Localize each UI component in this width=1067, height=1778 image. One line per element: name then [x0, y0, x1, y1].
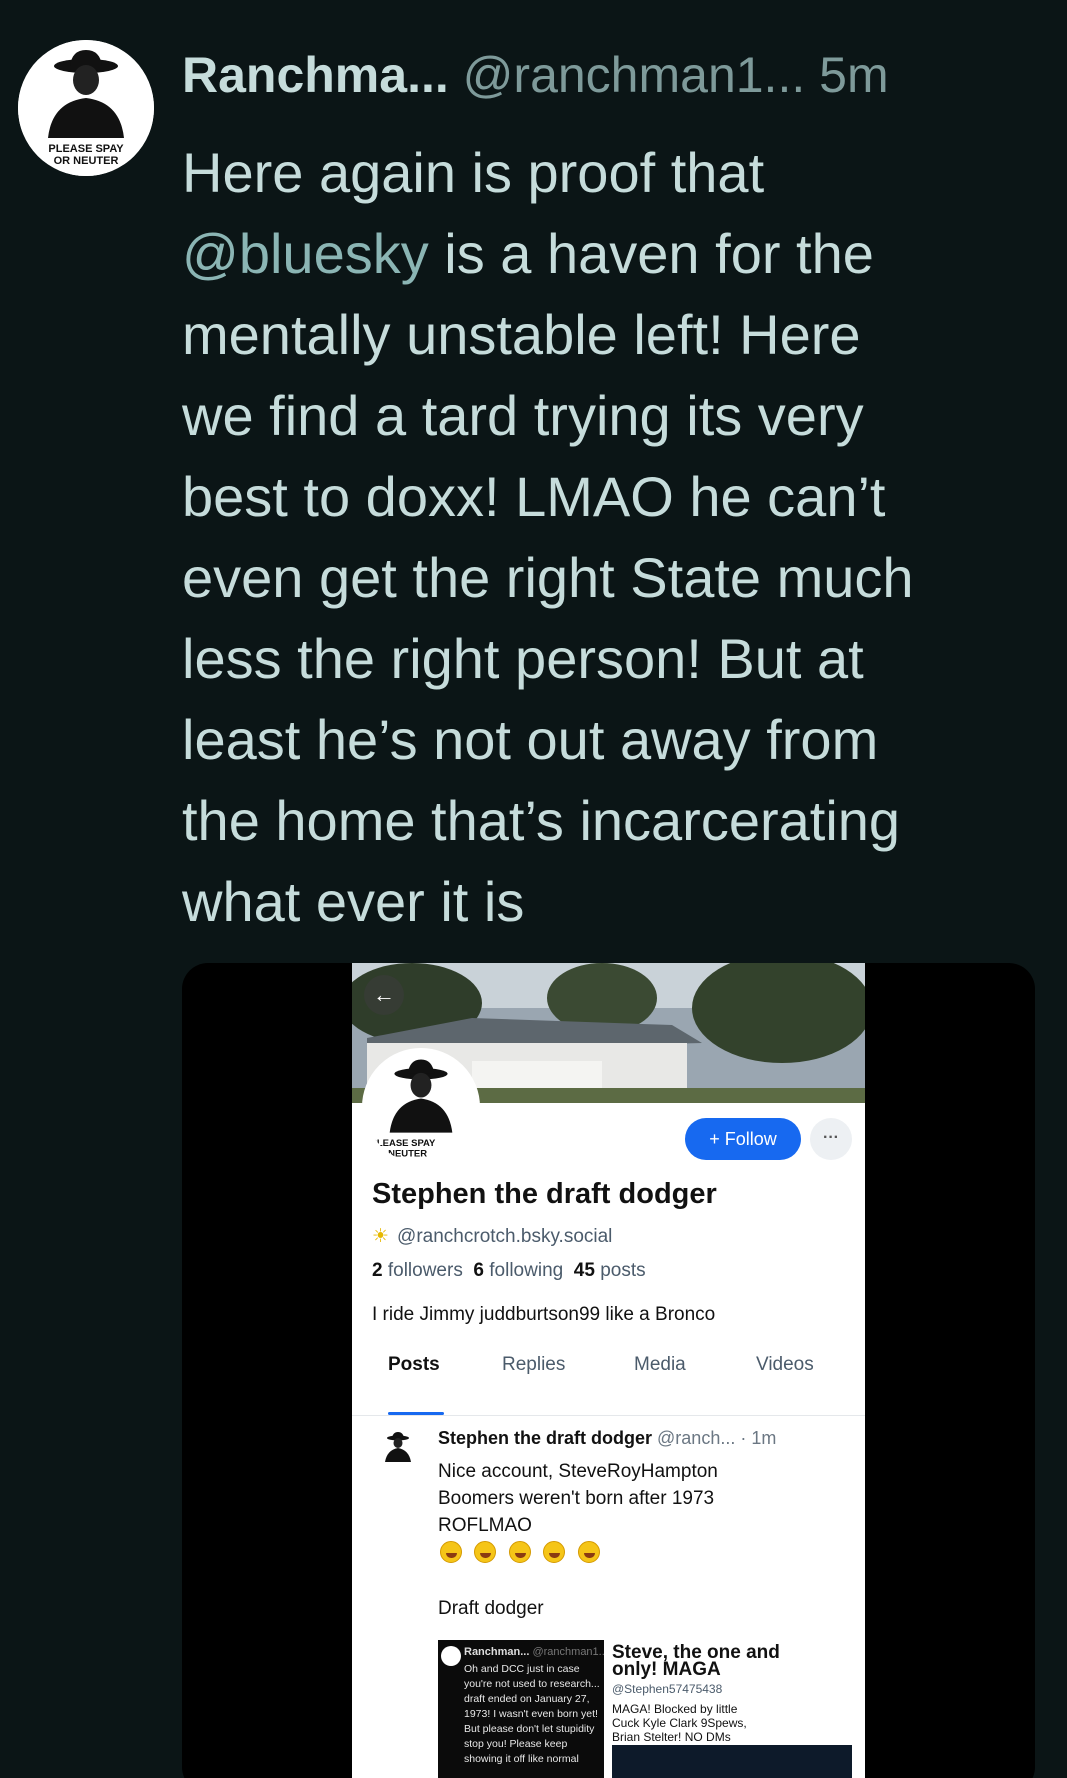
- embed-right-handle: @Stephen57475438: [612, 1682, 723, 1696]
- emoji-row: [440, 1541, 608, 1568]
- cowboy-avatar-icon: PLEASE SPAY OR NEUTER: [18, 40, 154, 176]
- feed-author-name[interactable]: Stephen the draft dodger: [438, 1428, 652, 1448]
- followers-label[interactable]: followers: [388, 1260, 463, 1281]
- profile-handle-text: @ranchcrotch.bsky.social: [397, 1226, 613, 1247]
- profile-tabs: Posts Replies Media Videos: [352, 1346, 865, 1396]
- mention-link[interactable]: @bluesky: [182, 222, 429, 285]
- laughing-emoji-icon: [440, 1541, 462, 1563]
- sun-icon: ☀: [372, 1226, 390, 1247]
- divider: [352, 1415, 865, 1416]
- posts-count: 45: [573, 1260, 595, 1281]
- svg-text:PLEASE SPAY: PLEASE SPAY: [371, 1138, 437, 1149]
- author-name[interactable]: Ranchma...: [182, 47, 449, 103]
- embedded-image-right[interactable]: Steve, the one and only! MAGA @Stephen57…: [612, 1640, 862, 1778]
- author-handle[interactable]: @ranchman1...: [463, 47, 806, 103]
- cowboy-avatar-icon: PLEASE SPAY OR NEUTER: [365, 1051, 477, 1163]
- laughing-emoji-icon: [577, 1541, 600, 1563]
- profile-name: Stephen the draft dodger: [372, 1178, 717, 1210]
- embed-right-image: [612, 1745, 852, 1778]
- feed-post-text: Nice account, SteveRoyHampton Boomers we…: [438, 1461, 718, 1536]
- post-header: Ranchma... @ranchman1... 5m: [182, 44, 889, 106]
- profile-handle: ☀ @ranchcrotch.bsky.social: [372, 1225, 612, 1248]
- svg-text:PLEASE SPAY: PLEASE SPAY: [48, 143, 124, 155]
- tab-videos[interactable]: Videos: [756, 1354, 814, 1376]
- profile-avatar[interactable]: PLEASE SPAY OR NEUTER: [362, 1048, 480, 1166]
- post-text: Here again is proof that @bluesky is a h…: [182, 132, 1042, 942]
- embedded-screenshot: ← PLEASE SPAY OR NEUTER + Follow ··· Ste…: [352, 963, 865, 1778]
- followers-count[interactable]: 2: [372, 1260, 383, 1281]
- back-arrow-icon[interactable]: ←: [364, 975, 404, 1015]
- embed-right-text: MAGA! Blocked by little Cuck Kyle Clark …: [612, 1702, 747, 1744]
- feed-post-text-2: Draft dodger: [438, 1598, 544, 1619]
- post-text-part-2: is a haven for the mentally unstable lef…: [182, 222, 914, 933]
- embed-left-header: Ranchman... @ranchman1...: [464, 1646, 604, 1658]
- post-text-part-1: Here again is proof that: [182, 141, 765, 204]
- more-options-icon[interactable]: ···: [810, 1118, 852, 1160]
- author-avatar[interactable]: PLEASE SPAY OR NEUTER: [18, 40, 154, 176]
- embedded-image-left[interactable]: Ranchman... @ranchman1... Oh and DCC jus…: [438, 1640, 604, 1778]
- embed-left-name: Ranchman...: [464, 1646, 530, 1658]
- tab-replies[interactable]: Replies: [502, 1354, 565, 1376]
- feed-avatar[interactable]: [376, 1429, 420, 1473]
- cowboy-avatar-icon: [376, 1429, 420, 1473]
- posts-label: posts: [600, 1260, 646, 1281]
- following-label[interactable]: following: [489, 1260, 563, 1281]
- laughing-emoji-icon: [508, 1541, 531, 1563]
- laughing-emoji-icon: [474, 1541, 497, 1563]
- profile-bio: I ride Jimmy juddburtson99 like a Bronco: [372, 1304, 716, 1325]
- svg-text:OR NEUTER: OR NEUTER: [371, 1148, 427, 1159]
- svg-text:OR NEUTER: OR NEUTER: [54, 155, 119, 167]
- post-timestamp[interactable]: 5m: [819, 47, 888, 103]
- following-count[interactable]: 6: [473, 1260, 484, 1281]
- feed-timestamp[interactable]: · 1m: [740, 1428, 776, 1448]
- feed-post-header: Stephen the draft dodger @ranch... · 1m: [438, 1428, 776, 1449]
- profile-stats: 2 followers 6 following 45 posts: [372, 1260, 646, 1282]
- embed-left-handle: @ranchman1...: [532, 1646, 604, 1658]
- follow-button[interactable]: + Follow: [685, 1118, 801, 1160]
- embed-left-text: Oh and DCC just in case you're not used …: [464, 1663, 600, 1765]
- feed-author-handle[interactable]: @ranch...: [657, 1428, 735, 1448]
- tab-posts[interactable]: Posts: [388, 1354, 440, 1376]
- embed-avatar: [441, 1646, 461, 1666]
- embed-right-title: Steve, the one and only! MAGA: [612, 1642, 780, 1680]
- tab-media[interactable]: Media: [634, 1354, 686, 1376]
- laughing-emoji-icon: [543, 1541, 566, 1563]
